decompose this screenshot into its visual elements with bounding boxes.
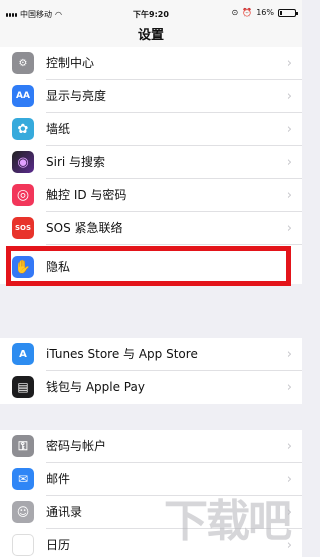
contacts-icon: ☺ bbox=[12, 501, 34, 523]
orientation-lock-icon: ⊙ bbox=[231, 8, 239, 17]
chevron-right-icon: › bbox=[286, 380, 292, 395]
row-label: Siri 与搜索 bbox=[46, 155, 106, 169]
page-title: 设置 bbox=[0, 22, 302, 50]
settings-row-sos[interactable]: SOS SOS 紧急联络 › bbox=[0, 212, 302, 245]
row-label: 日历 bbox=[46, 538, 71, 552]
settings-row-wallpaper[interactable]: ✿ 墙纸 › bbox=[0, 113, 302, 146]
row-label: 钱包与 Apple Pay bbox=[46, 380, 145, 394]
status-right: ⊙ ⏰ 16% bbox=[231, 8, 298, 17]
chevron-right-icon: › bbox=[286, 188, 292, 203]
chevron-right-icon: › bbox=[286, 221, 292, 236]
calendar-icon bbox=[12, 534, 34, 556]
row-label: iTunes Store 与 App Store bbox=[46, 347, 198, 361]
settings-row-touch-id[interactable]: ◎ 触控 ID 与密码 › bbox=[0, 179, 302, 212]
row-label: 密码与帐户 bbox=[46, 439, 107, 453]
chevron-right-icon: › bbox=[286, 122, 292, 137]
display-brightness-icon: AA bbox=[12, 85, 34, 107]
settings-row-control-center[interactable]: ⚙ 控制中心 › bbox=[0, 47, 302, 80]
status-bar: 中国移动 ◠ 下午9:20 ⊙ ⏰ 16% bbox=[0, 0, 302, 22]
battery-percent: 16% bbox=[256, 8, 274, 17]
chevron-right-icon: › bbox=[286, 439, 292, 454]
row-label: 墙纸 bbox=[46, 122, 71, 136]
row-label: 显示与亮度 bbox=[46, 89, 107, 103]
alarm-icon: ⏰ bbox=[242, 8, 253, 17]
battery-fill bbox=[280, 10, 282, 15]
battery-icon bbox=[278, 8, 298, 17]
control-center-icon: ⚙ bbox=[12, 52, 34, 74]
app-store-icon: A bbox=[12, 343, 34, 365]
settings-row-wallet[interactable]: ▤ 钱包与 Apple Pay › bbox=[0, 371, 302, 404]
key-icon: ⚿ bbox=[12, 435, 34, 457]
wallpaper-icon: ✿ bbox=[12, 118, 34, 140]
mail-icon: ✉ bbox=[12, 468, 34, 490]
chevron-right-icon: › bbox=[286, 89, 292, 104]
watermark-logo: 下载吧 bbox=[164, 496, 292, 547]
highlight-box bbox=[6, 246, 291, 286]
chevron-right-icon: › bbox=[286, 155, 292, 170]
siri-icon: ◉ bbox=[12, 151, 34, 173]
sos-icon: SOS bbox=[12, 217, 34, 239]
row-label: SOS 紧急联络 bbox=[46, 221, 123, 235]
row-label: 邮件 bbox=[46, 472, 71, 486]
settings-row-display[interactable]: AA 显示与亮度 › bbox=[0, 80, 302, 113]
row-label: 触控 ID 与密码 bbox=[46, 188, 127, 202]
chevron-right-icon: › bbox=[286, 56, 292, 71]
settings-row-passwords[interactable]: ⚿ 密码与帐户 › bbox=[0, 430, 302, 463]
wallet-icon: ▤ bbox=[12, 376, 34, 398]
settings-row-app-store[interactable]: A iTunes Store 与 App Store › bbox=[0, 338, 302, 371]
settings-row-siri[interactable]: ◉ Siri 与搜索 › bbox=[0, 146, 302, 179]
row-label: 控制中心 bbox=[46, 56, 95, 70]
fingerprint-icon: ◎ bbox=[12, 184, 34, 206]
chevron-right-icon: › bbox=[286, 347, 292, 362]
row-label: 通讯录 bbox=[46, 505, 83, 519]
